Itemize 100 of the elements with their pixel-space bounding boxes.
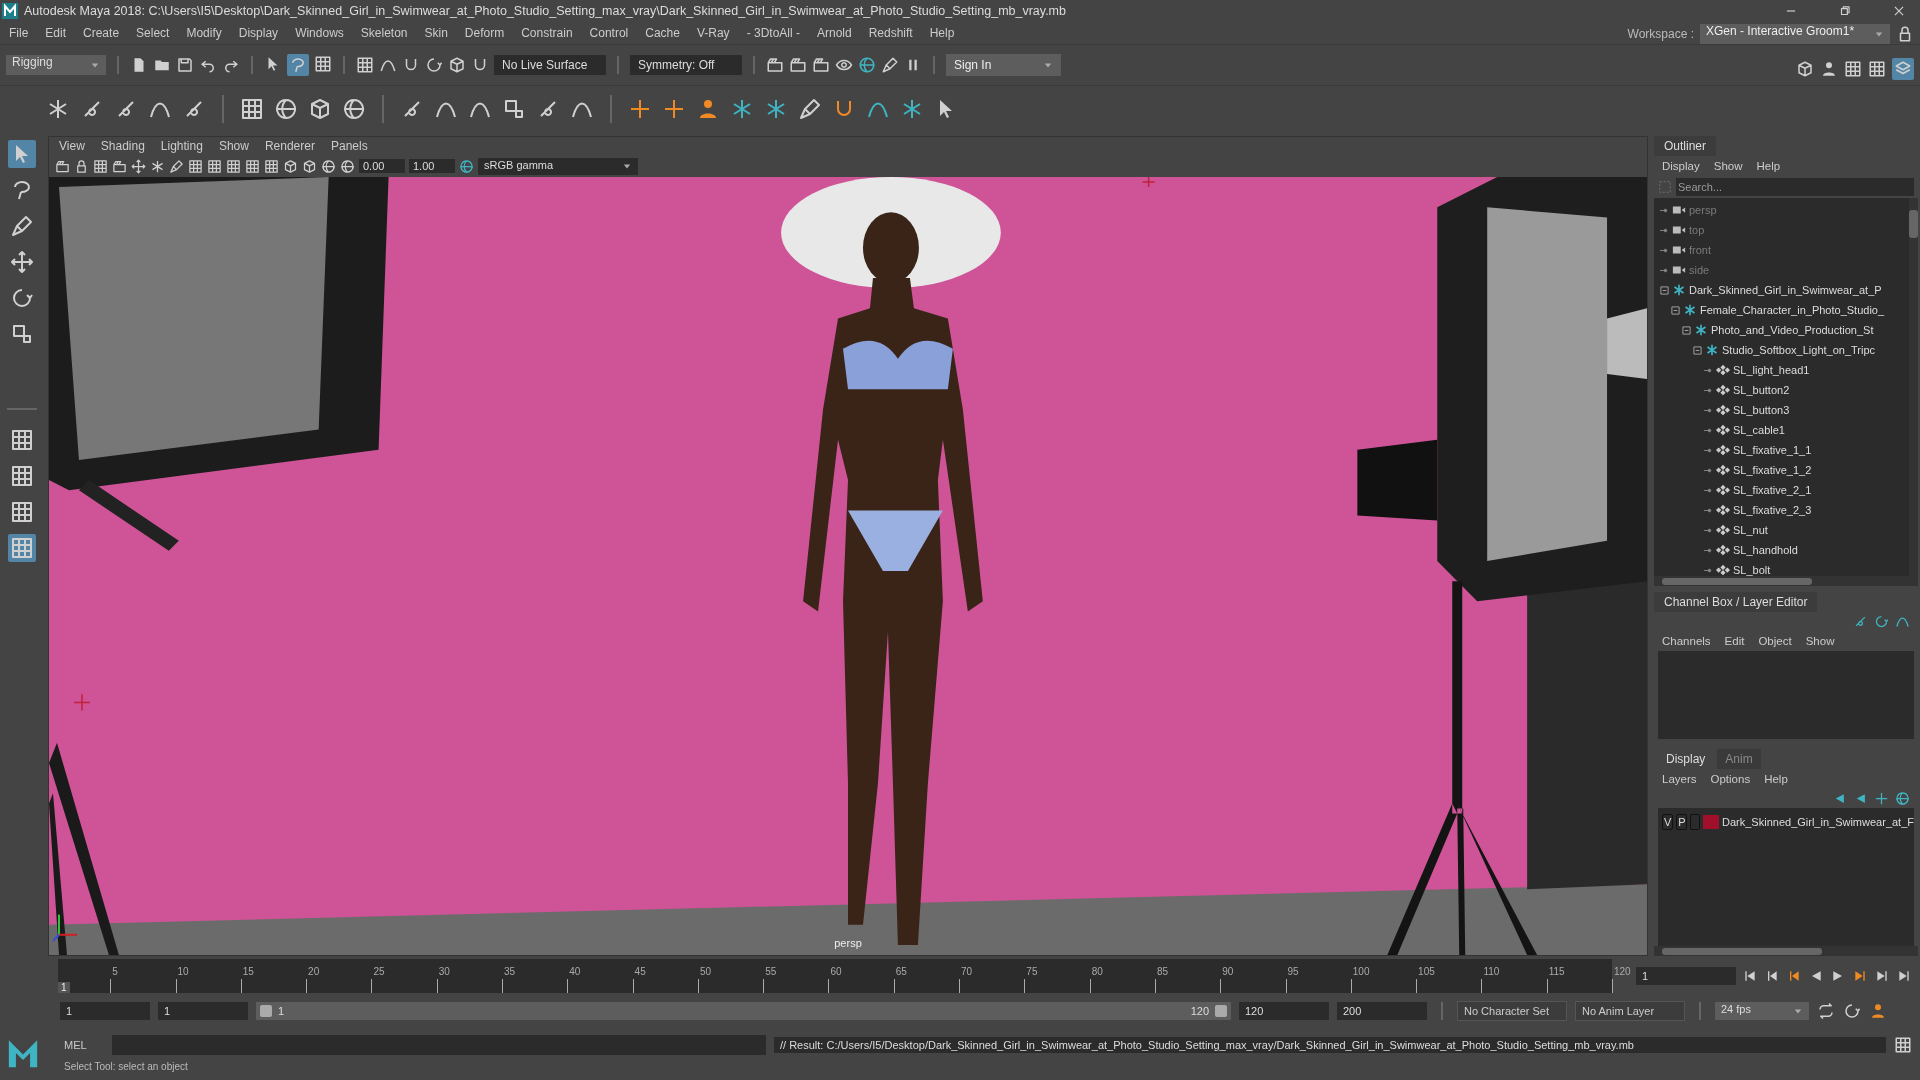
panel-menu-item[interactable]: Shading	[100, 139, 145, 153]
layer-editor-tab[interactable]: Anim	[1717, 749, 1761, 769]
panel-menu-item[interactable]: Show	[218, 139, 249, 153]
step-forward-key-icon[interactable]	[1874, 968, 1890, 984]
menu-item[interactable]: Edit	[1724, 635, 1745, 647]
ipr-render-icon[interactable]	[812, 56, 830, 74]
menu-item[interactable]: Redshift	[868, 26, 913, 40]
color-management-icon[interactable]	[459, 158, 474, 174]
menu-item[interactable]: Constrain	[521, 26, 573, 40]
visibility-toggle[interactable]: V	[1662, 814, 1674, 830]
fps-dropdown[interactable]: 24 fps	[1715, 1002, 1809, 1020]
menu-item[interactable]: Skeleton	[360, 26, 408, 40]
close-icon[interactable]	[1892, 4, 1906, 18]
menu-item[interactable]: V-Ray	[696, 26, 730, 40]
channel-box-tab[interactable]: Channel Box / Layer Editor	[1654, 592, 1818, 612]
new-layer-icon[interactable]	[1874, 791, 1889, 806]
outliner-item[interactable]: SL_button2	[1733, 384, 1790, 396]
menu-item[interactable]: Control	[589, 26, 629, 40]
collapse-toggle-icon[interactable]	[1693, 345, 1702, 355]
exposure-field[interactable]: 0.00	[359, 159, 405, 173]
menu-set-dropdown[interactable]: Rigging	[6, 55, 106, 75]
search-field[interactable]: Search...	[1676, 178, 1914, 196]
outliner-item[interactable]: SL_fixative_1_2	[1733, 464, 1812, 476]
hypershade-icon[interactable]	[858, 56, 876, 74]
menu-item[interactable]: Channels	[1662, 635, 1711, 647]
outliner-item[interactable]: SL_button3	[1733, 404, 1790, 416]
outliner-item[interactable]: SL_bolt	[1733, 564, 1771, 576]
outliner-item[interactable]: SL_light_head1	[1733, 364, 1810, 376]
lasso-select-icon[interactable]	[289, 56, 307, 74]
menu-item[interactable]: Show	[1713, 160, 1743, 172]
range-handle[interactable]	[260, 1005, 272, 1017]
current-frame-marker[interactable]: 1	[58, 982, 70, 993]
outliner-item[interactable]: Female_Character_in_Photo_Studio_	[1700, 304, 1885, 316]
menu-item[interactable]: Modify	[186, 26, 222, 40]
save-icon[interactable]	[176, 56, 194, 74]
menu-item[interactable]: Cache	[645, 26, 680, 40]
render-sequence-icon[interactable]	[789, 56, 807, 74]
outliner-item[interactable]: Dark_Skinned_Girl_in_Swimwear_at_P	[1689, 284, 1882, 296]
symmetry-dropdown[interactable]: Symmetry: Off	[630, 55, 742, 75]
render-frame-icon[interactable]	[766, 56, 784, 74]
move-tool-icon[interactable]	[10, 250, 34, 274]
rotate-tool-icon[interactable]	[10, 286, 34, 310]
range-slider[interactable]: 1 120	[256, 1002, 1231, 1020]
outliner-item[interactable]: Studio_Softbox_Light_on_Tripc	[1722, 344, 1876, 356]
menu-item[interactable]: Edit	[45, 26, 67, 40]
scale-tool-icon[interactable]	[10, 322, 34, 346]
loop-icon[interactable]	[1817, 1002, 1835, 1020]
menu-item[interactable]: Layers	[1662, 773, 1697, 785]
panel-menu-item[interactable]: Renderer	[264, 139, 315, 153]
current-frame-field[interactable]: 1	[1636, 967, 1736, 985]
outliner-item[interactable]: side	[1689, 264, 1710, 276]
range-handle[interactable]	[1215, 1005, 1227, 1017]
layer-name[interactable]: Dark_Skinned_Girl_in_Swimwear_at_F	[1722, 816, 1914, 828]
color-space-dropdown[interactable]: sRGB gamma	[478, 157, 638, 175]
sign-in-dropdown[interactable]: Sign In	[946, 54, 1061, 76]
live-surface-field[interactable]: No Live Surface	[494, 55, 606, 75]
menu-item[interactable]: Display	[238, 26, 279, 40]
menu-item[interactable]: Help	[1764, 773, 1788, 785]
panel-menu-item[interactable]: Panels	[330, 139, 368, 153]
menu-item[interactable]: Skin	[424, 26, 448, 40]
menu-item[interactable]: Display	[1662, 160, 1700, 172]
viewport-render[interactable]: persp	[49, 177, 1647, 955]
outliner-item[interactable]: SL_fixative_1_1	[1733, 444, 1812, 456]
snap-grid-icon[interactable]	[356, 56, 374, 74]
collapse-toggle-icon[interactable]	[1671, 305, 1680, 315]
outliner-item[interactable]: SL_handhold	[1733, 544, 1798, 556]
menu-item[interactable]: Create	[83, 26, 120, 40]
outliner-item[interactable]: SL_cable1	[1733, 424, 1785, 436]
outliner-item[interactable]: SL_fixative_2_1	[1733, 484, 1812, 496]
gamma-field[interactable]: 1.00	[409, 159, 455, 173]
restore-icon[interactable]	[1838, 4, 1852, 18]
scrollbar[interactable]	[1654, 576, 1918, 586]
menu-item[interactable]: Options	[1710, 773, 1751, 785]
playback-start-field[interactable]: 1	[158, 1002, 248, 1020]
outliner-tab[interactable]: Outliner	[1654, 136, 1717, 156]
menu-item[interactable]: - 3DtoAll -	[746, 26, 800, 40]
menu-item[interactable]: Windows	[295, 26, 344, 40]
outliner-item[interactable]: Photo_and_Video_Production_St	[1711, 324, 1874, 336]
playback-toggle[interactable]: P	[1676, 814, 1688, 830]
panel-menu-item[interactable]: Lighting	[160, 139, 203, 153]
end-time-field[interactable]: 200	[1337, 1002, 1427, 1020]
outliner-item[interactable]: SL_nut	[1733, 524, 1768, 536]
outliner-item[interactable]: persp	[1689, 204, 1717, 216]
script-language-label[interactable]: MEL	[54, 1038, 104, 1051]
menu-item[interactable]: Show	[1805, 635, 1835, 647]
menu-item[interactable]: Select	[136, 26, 170, 40]
scrollbar[interactable]	[1909, 198, 1918, 576]
menu-item[interactable]: Help	[929, 26, 955, 40]
command-field[interactable]	[112, 1034, 766, 1055]
start-time-field[interactable]: 1	[60, 1002, 150, 1020]
outliner-item[interactable]: SL_fixative_2_3	[1733, 504, 1812, 516]
menu-item[interactable]: Deform	[464, 26, 505, 40]
outliner-item[interactable]: top	[1689, 224, 1705, 236]
go-to-start-icon[interactable]	[1742, 968, 1758, 984]
workspace-dropdown[interactable]: XGen - Interactive Groom1*	[1700, 24, 1890, 44]
scrollbar[interactable]	[1654, 946, 1918, 956]
outliner-item[interactable]: front	[1689, 244, 1711, 256]
character-set-dropdown[interactable]: No Character Set	[1457, 1001, 1567, 1021]
collapse-toggle-icon[interactable]	[1682, 325, 1691, 335]
panel-menu-item[interactable]: View	[59, 139, 85, 153]
